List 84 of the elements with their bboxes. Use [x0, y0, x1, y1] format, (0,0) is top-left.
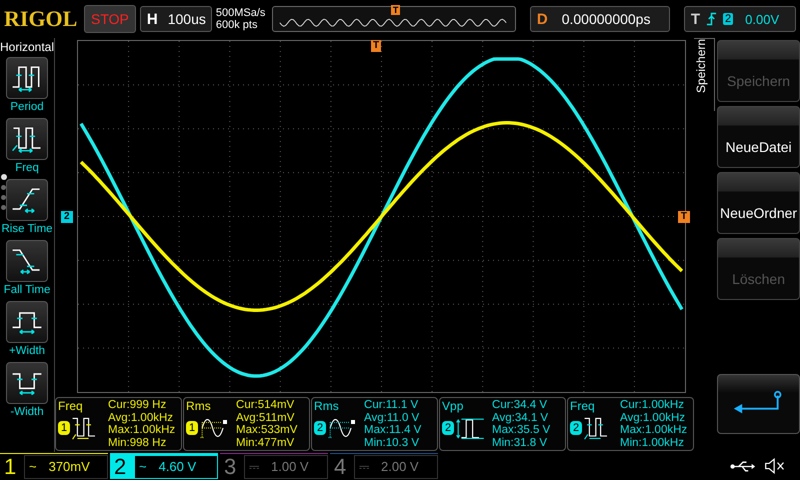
- measure-button[interactable]: [6, 301, 48, 343]
- enter-button[interactable]: [717, 374, 800, 434]
- channel-number: 3: [224, 454, 238, 480]
- measurement-value: Cur:11.1 V: [364, 399, 420, 412]
- measurement-value: Avg:511mV: [236, 412, 296, 424]
- measurement-value: Max:533mV: [236, 424, 298, 436]
- measurement-value: Max:11.4 V: [364, 424, 422, 436]
- measurement-value: Min:1.00kHz: [620, 436, 685, 449]
- channel-number: 1: [4, 454, 18, 480]
- measurement-value: Cur:999 Hz: [108, 399, 168, 412]
- measurement-name: Freq: [570, 399, 596, 413]
- page-dot[interactable]: [1, 185, 6, 190]
- channel-tab[interactable]: 3 ⎓ 1.00 V: [220, 453, 328, 479]
- channel-scale: 4.60 V: [158, 459, 196, 474]
- measurement-value: Cur:1.00kHz: [620, 399, 685, 412]
- measure-button[interactable]: [6, 362, 48, 404]
- measurement-value: Avg:1.00kHz: [620, 412, 686, 424]
- rising-edge-icon: [706, 12, 718, 26]
- channel-marker[interactable]: 2: [61, 211, 73, 223]
- measurement-name: Vpp: [442, 399, 464, 413]
- measurement-name: Rms: [314, 399, 340, 413]
- usb-icon: [730, 460, 756, 472]
- delay-label: D: [536, 10, 548, 28]
- channel-scale: 2.00 V: [381, 459, 419, 474]
- menu-label: Fall Time: [4, 284, 50, 296]
- timebase-value: 100us: [168, 11, 206, 27]
- channel-badge: 1: [186, 421, 198, 435]
- menu-button[interactable]: NeueOrdner: [717, 172, 800, 234]
- measure-button[interactable]: [6, 179, 48, 221]
- measurement-value: Max:35.5 V: [492, 424, 550, 436]
- coupling-symbol: ⎓: [249, 458, 259, 474]
- channel-badge: 2: [314, 421, 326, 435]
- trigger-position-marker[interactable]: T: [371, 40, 382, 52]
- measurement-value: Cur:34.4 V: [492, 399, 548, 412]
- measurement-value: Min:31.8 V: [492, 436, 548, 449]
- menu-label: Rise Time: [1, 223, 53, 235]
- sample-rate: 500MSa/s: [216, 7, 266, 19]
- channel-tab[interactable]: 1 ~ 370mV: [0, 453, 108, 479]
- menu-button[interactable]: NeueDatei: [717, 106, 800, 168]
- menu-label: +Width: [8, 345, 46, 357]
- speaker-muted-icon: [764, 458, 786, 474]
- measurement-value: Cur:514mV: [236, 399, 296, 412]
- measurement-name: Freq: [58, 399, 84, 413]
- channel-badge: 1: [58, 421, 70, 435]
- channel-tab[interactable]: 2 ~ 4.60 V: [110, 453, 218, 479]
- measure-button[interactable]: [6, 57, 48, 99]
- trigger-source-badge: 2: [723, 13, 734, 25]
- delay-value: 0.00000000ps: [562, 11, 650, 27]
- horizontal-label: H: [146, 10, 158, 28]
- menu-title: Horizontal: [0, 40, 54, 54]
- channel-scale: 370mV: [48, 459, 90, 474]
- channel-number: 4: [334, 454, 348, 480]
- page-dot[interactable]: [1, 174, 7, 180]
- page-dot[interactable]: [1, 195, 6, 200]
- trigger-level-marker[interactable]: T: [678, 211, 690, 223]
- coupling-symbol: ~: [139, 459, 147, 474]
- measurement-value: Avg:11.0 V: [364, 412, 420, 424]
- menu-label: Freq: [15, 162, 39, 174]
- measurement-value: Min:477mV: [236, 436, 296, 449]
- measure-button[interactable]: [6, 240, 48, 282]
- channel-badge: 2: [570, 421, 582, 435]
- menu-label: Period: [10, 101, 44, 113]
- measure-button[interactable]: [6, 118, 48, 160]
- measurement-value: Max:1.00kHz: [620, 424, 688, 436]
- channel-tab[interactable]: 4 ⎓ 2.00 V: [330, 453, 438, 479]
- channel-number: 2: [114, 454, 128, 480]
- brand-logo: RIGOL: [4, 6, 78, 32]
- measurement-value: Avg:34.1 V: [492, 412, 550, 424]
- measurement-value: Min:10.3 V: [364, 436, 420, 449]
- menu-title: Speichern: [694, 38, 716, 111]
- measurement-name: Rms: [186, 399, 212, 413]
- measurement-value: Min:998 Hz: [108, 436, 168, 449]
- memory-depth: 600k pts: [216, 19, 258, 31]
- measurement-value: Avg:1.00kHz: [108, 412, 174, 424]
- page-dot[interactable]: [1, 205, 6, 210]
- channel-badge: 2: [442, 421, 454, 435]
- trigger-label: T: [690, 10, 700, 28]
- measurement-value: Max:1.00kHz: [108, 424, 176, 436]
- channel-scale: 1.00 V: [271, 459, 309, 474]
- trigger-marker: T: [390, 5, 400, 15]
- menu-label: -Width: [10, 406, 44, 418]
- trigger-level: 0.00V: [745, 12, 780, 26]
- coupling-symbol: ⎓: [359, 458, 369, 474]
- coupling-symbol: ~: [29, 459, 37, 474]
